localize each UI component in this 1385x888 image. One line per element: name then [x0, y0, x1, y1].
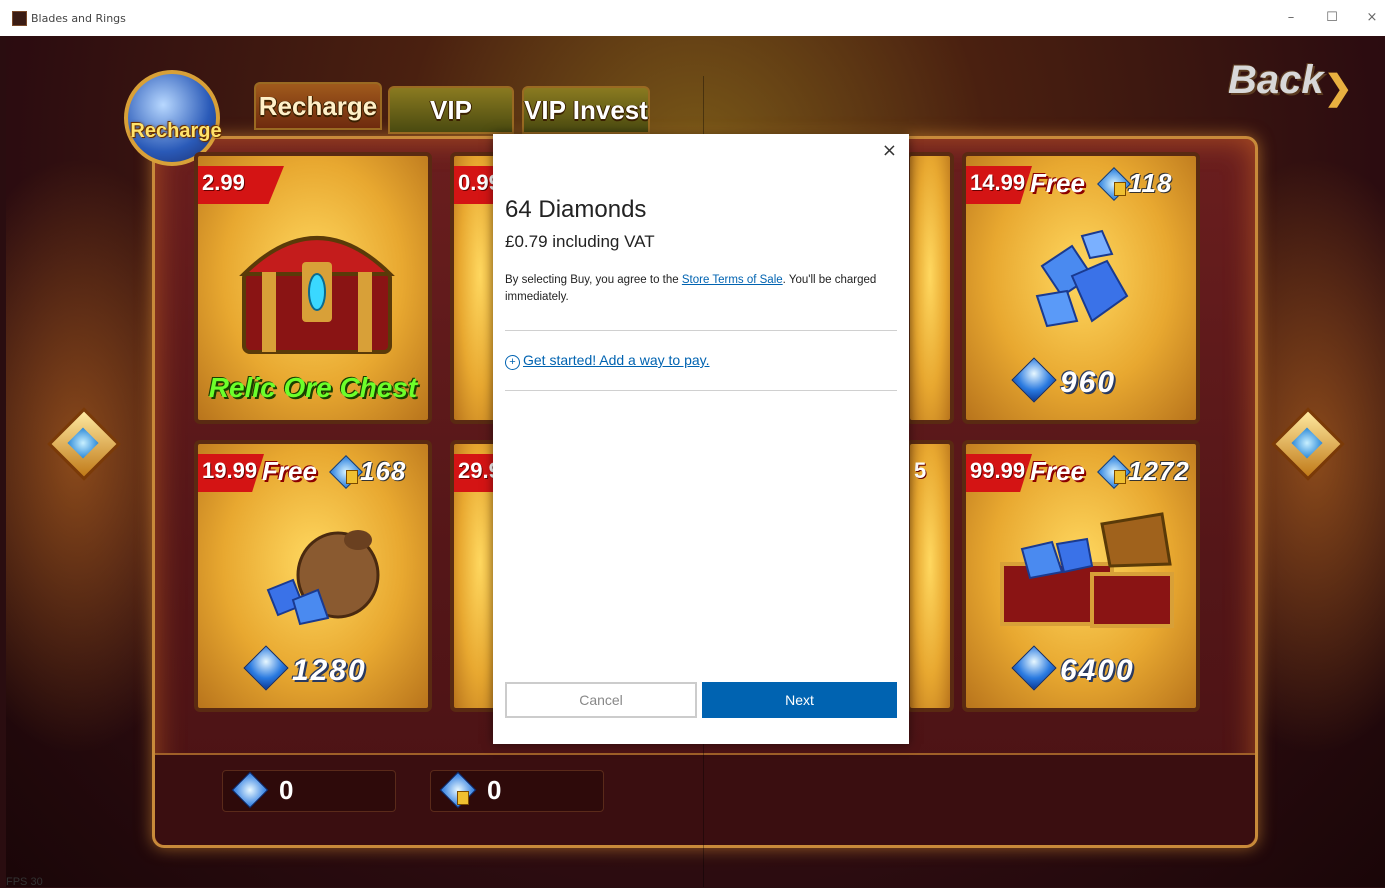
next-button[interactable]: Next	[702, 682, 897, 718]
shop-card-19-99[interactable]: 19.99 Free 168 1280	[194, 440, 432, 712]
back-button[interactable]: Back	[1228, 58, 1324, 103]
emblem-label: Recharge	[130, 120, 222, 142]
close-icon[interactable]: ×	[882, 140, 897, 161]
card-price: 5	[914, 458, 927, 483]
tab-vip[interactable]: VIP	[388, 86, 514, 134]
tab-vip-invest[interactable]: VIP Invest	[522, 86, 650, 134]
window-title: Blades and Rings	[31, 12, 126, 25]
diamond-pile-icon	[1035, 229, 1129, 328]
free-label: Free	[262, 456, 317, 486]
add-circle-icon: +	[505, 355, 520, 370]
purchase-dialog: × 64 Diamonds £0.79 including VAT By sel…	[493, 134, 909, 744]
card-price: 2.99	[202, 170, 245, 195]
back-arrow-icon: ❯	[1324, 69, 1353, 107]
diamond-balance-value: 0	[279, 775, 294, 805]
card-price: 99.99	[970, 458, 1026, 483]
terms-text: By selecting Buy, you agree to the Store…	[505, 274, 877, 303]
diamond-amount: 6400	[1060, 654, 1135, 687]
card-title: Relic Ore Chest	[208, 372, 418, 403]
separator	[505, 330, 897, 331]
bonus-amount: 168	[360, 456, 407, 486]
tab-recharge[interactable]: Recharge	[254, 82, 382, 130]
treasure-chest-icon	[239, 236, 395, 354]
store-terms-link[interactable]: Store Terms of Sale	[682, 274, 783, 286]
product-title: 64 Diamonds	[505, 196, 647, 223]
separator	[505, 390, 897, 391]
bonus-amount: 1272	[1128, 456, 1190, 486]
minimize-button[interactable]: –	[1281, 8, 1301, 28]
right-arrow-icon[interactable]	[1246, 404, 1366, 496]
shop-card-hidden-bottom[interactable]: 5	[906, 440, 954, 712]
shop-card-14-99[interactable]: 14.99 Free 118 960	[962, 152, 1200, 424]
free-label: Free	[1030, 456, 1085, 486]
bonus-amount: 118	[1128, 168, 1173, 198]
window-titlebar: Blades and Rings – ☐ ×	[0, 0, 1385, 36]
card-price: 14.99	[970, 170, 1026, 195]
close-window-button[interactable]: ×	[1362, 8, 1382, 28]
diamond-icon	[1011, 357, 1057, 403]
diamond-icon	[231, 771, 269, 809]
fps-counter: FPS 30	[6, 876, 43, 888]
left-arrow-icon[interactable]	[22, 404, 142, 496]
diamond-balance: 0	[222, 770, 396, 812]
diamond-icon	[1011, 645, 1057, 691]
shop-card-hidden-top[interactable]	[906, 152, 954, 424]
app-icon	[12, 11, 27, 26]
maximize-button[interactable]: ☐	[1322, 8, 1342, 28]
bound-diamond-balance: 0	[430, 770, 604, 812]
free-label: Free	[1030, 168, 1085, 198]
bound-diamond-balance-value: 0	[487, 775, 502, 805]
product-price: £0.79 including VAT	[505, 232, 655, 251]
diamond-amount: 1280	[292, 654, 367, 687]
shop-card-relic-ore-chest[interactable]: 2.99 Relic Ore Chest	[194, 152, 432, 424]
diamond-chest-icon	[1000, 512, 1174, 628]
gem-pouch-icon	[266, 530, 380, 626]
add-payment-link[interactable]: + Get started! Add a way to pay.	[505, 352, 710, 370]
cancel-button[interactable]: Cancel	[505, 682, 697, 718]
diamond-amount: 960	[1060, 366, 1117, 399]
card-price: 19.99	[202, 458, 258, 483]
shop-card-99-99[interactable]: 99.99 Free 1272 6400	[962, 440, 1200, 712]
diamond-icon	[243, 645, 289, 691]
